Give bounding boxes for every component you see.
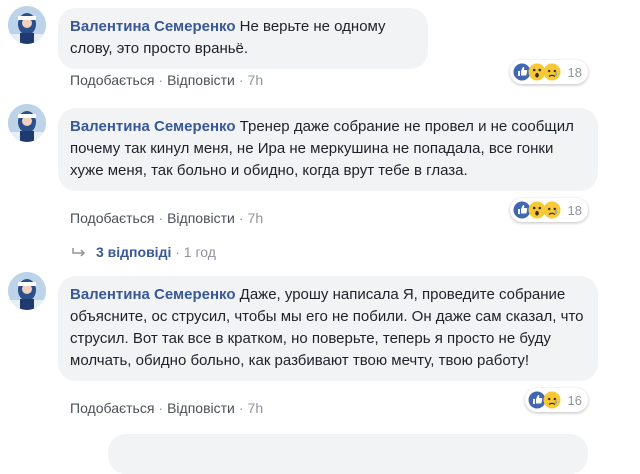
comment-time[interactable]: 7h [248, 210, 264, 226]
reactions-summary[interactable]: 18 [509, 60, 588, 84]
separator-dot: · [238, 72, 244, 88]
comment-actions: Подобається · Відповісти · 7h [70, 210, 263, 226]
reaction-count: 18 [567, 64, 582, 80]
reaction-count: 18 [567, 202, 582, 218]
separator-dot: · [171, 244, 184, 260]
comment-bubble: Валентина Семеренко Тренер даже собрание… [58, 108, 598, 191]
avatar-image [8, 272, 46, 310]
avatar[interactable] [8, 272, 46, 310]
view-replies-link[interactable]: 3 відповіді · 1 год [70, 244, 216, 260]
separator-dot: · [158, 210, 164, 226]
comment-time[interactable]: 7h [248, 400, 264, 416]
comment-actions: Подобається · Відповісти · 7h [70, 72, 263, 88]
comment-actions: Подобається · Відповісти · 7h [70, 400, 263, 416]
avatar[interactable] [8, 104, 46, 142]
separator-dot: · [158, 400, 164, 416]
avatar[interactable] [8, 6, 46, 44]
reply-link[interactable]: Відповісти [167, 210, 235, 226]
comment-time[interactable]: 7h [248, 72, 264, 88]
replies-time[interactable]: 1 год [184, 244, 216, 260]
author-name[interactable]: Валентина Семеренко [70, 286, 236, 303]
like-link[interactable]: Подобається [70, 400, 154, 416]
like-link[interactable]: Подобається [70, 72, 154, 88]
reply-arrow-icon [72, 248, 86, 257]
avatar-image [8, 104, 46, 142]
reply-link[interactable]: Відповісти [167, 400, 235, 416]
reaction-count: 16 [567, 392, 582, 408]
reply-link[interactable]: Відповісти [167, 72, 235, 88]
separator-dot: · [238, 400, 244, 416]
reactions-summary[interactable]: 18 [509, 198, 588, 222]
replies-count-label[interactable]: 3 відповіді [96, 244, 171, 260]
separator-dot: · [238, 210, 244, 226]
avatar-image [8, 6, 46, 44]
reactions-summary[interactable]: 16 [524, 388, 588, 412]
next-comment-bubble [108, 434, 588, 474]
comment-bubble: Валентина Семеренко Даже, урошу написала… [58, 276, 598, 381]
author-name[interactable]: Валентина Семеренко [70, 18, 236, 35]
comment-bubble: Валентина Семеренко Не верьте не одному … [58, 8, 428, 69]
author-name[interactable]: Валентина Семеренко [70, 118, 236, 135]
sad-icon [543, 391, 561, 409]
separator-dot: · [158, 72, 164, 88]
sad-icon [543, 63, 561, 81]
like-link[interactable]: Подобається [70, 210, 154, 226]
sad-icon [543, 201, 561, 219]
